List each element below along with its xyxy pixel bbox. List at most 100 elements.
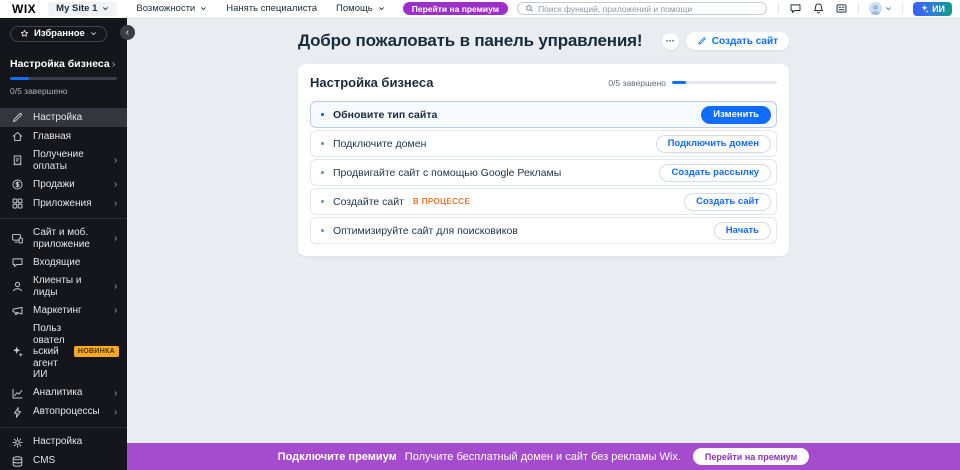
account-menu[interactable] <box>869 2 892 15</box>
chevron-down-icon <box>102 5 109 12</box>
sidebar-item-analytics[interactable]: Аналитика <box>0 384 127 403</box>
task-change-button[interactable]: Изменить <box>701 106 771 124</box>
chevron-right-icon <box>112 282 119 291</box>
sidebar-item-inbox[interactable]: Входящие <box>0 253 127 272</box>
sidebar-item-label: Пользовательский агент ИИ <box>33 323 65 381</box>
sidebar-item-site-mobile-app[interactable]: Сайт и моб. приложение <box>0 224 127 253</box>
chevron-left-icon <box>124 28 131 37</box>
nav-item-help[interactable]: Помощь <box>336 3 385 14</box>
task-promote-google-ads[interactable]: Продвигайте сайт с помощью Google Реклам… <box>310 159 777 186</box>
favorites-dropdown[interactable]: Избранное <box>10 26 107 42</box>
sidebar-item-automations[interactable]: Автопроцессы <box>0 403 127 422</box>
gear-icon <box>11 436 24 449</box>
task-update-site-type[interactable]: Обновите тип сайта Изменить <box>310 101 777 128</box>
home-icon <box>11 130 24 143</box>
nav-item-features[interactable]: Возможности <box>136 3 207 14</box>
bullet-dot <box>321 229 324 232</box>
task-optimize-seo[interactable]: Оптимизируйте сайт для поисковиков Начат… <box>310 217 777 244</box>
sidebar-item-label: Сайт и моб. приложение <box>33 227 103 250</box>
setup-progress-title: Настройка бизнеса <box>10 58 110 70</box>
sidebar-item-cms[interactable]: CMS <box>0 452 127 470</box>
divider <box>778 4 779 14</box>
wix-logo: WIX <box>12 2 36 16</box>
search-input[interactable] <box>538 4 759 14</box>
chevron-right-icon <box>112 306 119 315</box>
setup-task-list: Обновите тип сайта Изменить Подключите д… <box>310 101 777 244</box>
sidebar: Избранное Настройка бизнеса 0/5 завершен… <box>0 18 127 470</box>
in-progress-badge: В ПРОЦЕССЕ <box>413 197 470 206</box>
sidebar-setup-progress[interactable]: Настройка бизнеса 0/5 завершено <box>0 50 127 105</box>
chevron-down-icon <box>885 5 892 12</box>
sidebar-item-setup[interactable]: Настройка <box>0 108 127 127</box>
sidebar-item-sales[interactable]: Продажи <box>0 175 127 194</box>
database-icon <box>11 455 24 468</box>
site-selector[interactable]: My Site 1 <box>48 2 117 16</box>
sidebar-item-get-paid[interactable]: Получение оплаты <box>0 146 127 175</box>
premium-banner-text: Получите бесплатный домен и сайт без рек… <box>405 451 681 463</box>
card-progress-label: 0/5 завершено <box>608 78 666 88</box>
premium-banner: Подключите премиум Получите бесплатный д… <box>127 443 960 470</box>
quick-actions-icon[interactable] <box>835 2 848 15</box>
ai-assistant-button[interactable]: ИИ <box>913 2 952 16</box>
notifications-bell-icon[interactable] <box>812 2 825 15</box>
sidebar-item-label: Настройка <box>33 112 119 124</box>
task-label: Создайте сайт <box>333 196 404 208</box>
task-label: Продвигайте сайт с помощью Google Реклам… <box>333 167 561 179</box>
pencil-icon <box>697 36 707 46</box>
sidebar-item-settings[interactable]: Настройка <box>0 433 127 452</box>
premium-banner-title: Подключите премиум <box>278 451 397 463</box>
chevron-right-icon <box>112 180 119 189</box>
chevron-down-icon <box>378 5 385 12</box>
main-content: Добро пожаловать в панель управления! ··… <box>127 18 960 443</box>
sidebar-item-home[interactable]: Главная <box>0 127 127 146</box>
divider <box>0 218 127 219</box>
card-progress-track <box>672 81 777 84</box>
search-icon <box>525 4 534 13</box>
pen-icon <box>11 111 24 124</box>
sidebar-item-label: Маркетинг <box>33 305 103 317</box>
sidebar-item-apps[interactable]: Приложения <box>0 194 127 213</box>
premium-banner-button[interactable]: Перейти на премиум <box>693 448 809 465</box>
sidebar-item-label: Продажи <box>33 179 103 191</box>
sidebar-item-contacts[interactable]: Клиенты и лиды <box>0 272 127 301</box>
site-mobile-icon <box>11 232 24 245</box>
sidebar-nav: Настройка Главная Получение оплаты Прода… <box>0 105 127 470</box>
setup-progress-fill <box>10 77 29 80</box>
divider <box>0 427 127 428</box>
chevron-right-icon <box>112 156 119 165</box>
upgrade-premium-button[interactable]: Перейти на премиум <box>403 2 508 15</box>
sidebar-collapse-button[interactable] <box>120 25 135 40</box>
nav-item-hire-specialist[interactable]: Нанять специалиста <box>226 3 317 14</box>
more-actions-button[interactable]: ··· <box>662 33 679 50</box>
chevron-down-icon <box>200 5 207 12</box>
create-site-button[interactable]: Создать сайт <box>686 32 789 50</box>
page-title: Добро пожаловать в панель управления! <box>298 31 662 51</box>
sidebar-item-ai-agent[interactable]: Пользовательский агент ИИ НОВИНКА <box>0 320 127 384</box>
sidebar-item-marketing[interactable]: Маркетинг <box>0 301 127 320</box>
search-bar[interactable] <box>517 2 767 15</box>
task-connect-domain-button[interactable]: Подключить домен <box>656 135 771 153</box>
header-icons: ИИ <box>778 2 952 16</box>
bullet-dot <box>321 142 324 145</box>
chevron-down-icon <box>90 30 97 37</box>
star-icon <box>20 29 29 38</box>
ai-agent-icon <box>11 345 24 358</box>
top-header: WIX My Site 1 Возможности Нанять специал… <box>0 0 960 18</box>
chevron-right-icon <box>112 408 119 417</box>
avatar <box>869 2 882 15</box>
nav-item-help-label: Помощь <box>336 3 373 14</box>
card-title: Настройка бизнеса <box>310 75 608 90</box>
sparkle-icon <box>920 4 929 13</box>
task-connect-domain[interactable]: Подключите домен Подключить домен <box>310 130 777 157</box>
divider <box>902 4 903 14</box>
sales-icon <box>11 178 24 191</box>
chat-icon[interactable] <box>789 2 802 15</box>
apps-grid-icon <box>11 197 24 210</box>
task-create-site[interactable]: Создайте сайт В ПРОЦЕССЕ Создать сайт <box>310 188 777 215</box>
sidebar-item-label: Главная <box>33 131 119 143</box>
new-badge: НОВИНКА <box>74 346 119 357</box>
bullet-dot <box>321 171 324 174</box>
task-start-button[interactable]: Начать <box>714 222 771 240</box>
task-create-campaign-button[interactable]: Создать рассылку <box>659 164 771 182</box>
task-create-site-button[interactable]: Создать сайт <box>684 193 771 211</box>
